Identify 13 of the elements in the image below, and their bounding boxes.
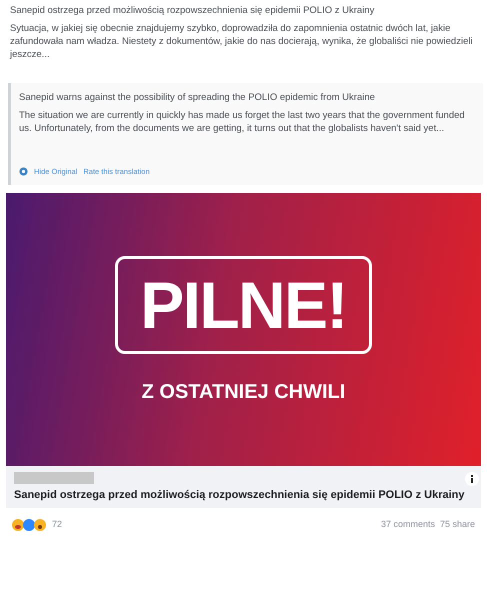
- reaction-icons[interactable]: [12, 519, 48, 531]
- comments-count[interactable]: 37 comments: [380, 518, 435, 532]
- post-text: Sytuacja, w jakiej się obecnie znajdujemy szybko, doprowadziła do zapomnienia ostatnic dwóch lat, jakie zafundowała nam władza. Niestety z dokumentów, jakie do nas docierają, wynika, że globaliści nie powiedzieli jeszcze...: [10, 22, 474, 61]
- info-icon[interactable]: [465, 472, 479, 486]
- link-title: Sanepid ostrzega przed możliwością rozpowszechnienia się epidemii POLIO z Ukrainy: [14, 488, 466, 502]
- translated-text: The situation we are currently in quickly has made us forget the last two years that the government funded us. Unfortunately, from the documents we are getting, it turns out that the globalists haven't said yet...: [19, 109, 466, 135]
- translated-title: Sanepid warns against the possibility of spreading the POLIO epidemic from Ukraine: [19, 91, 376, 104]
- post-title: Sanepid ostrzega przed możliwością rozpowszechnienia się epidemii POLIO z Ukrainy: [10, 4, 376, 17]
- shares-count[interactable]: 75 share: [440, 518, 475, 532]
- subtitle: Z OSTATNIEJ CHWILI: [142, 380, 346, 404]
- reaction-count: 72: [52, 518, 62, 532]
- link-preview[interactable]: Sanepid ostrzega przed możliwością rozpowszechnienia się epidemii POLIO z Ukrainy: [6, 466, 481, 508]
- headline: PILNE!: [140, 266, 347, 344]
